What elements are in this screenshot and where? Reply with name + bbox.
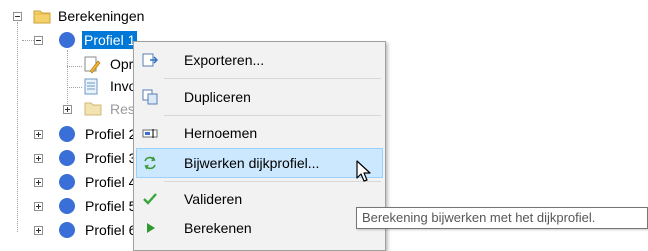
expand-toggle[interactable] xyxy=(34,202,43,211)
results-folder-icon xyxy=(84,102,102,116)
tree-node-label[interactable]: Profiel 2 xyxy=(85,125,136,143)
menu-separator xyxy=(164,181,381,182)
menu-item-label: Valideren xyxy=(184,191,243,207)
expand-toggle[interactable] xyxy=(34,130,43,139)
menu-item-export[interactable]: Exporteren... xyxy=(136,45,383,75)
collapse-profiel-1-toggle[interactable] xyxy=(34,36,43,45)
duplicate-icon xyxy=(142,89,158,105)
context-menu: Exporteren... Dupliceren Hernoemen Bijwe… xyxy=(133,41,386,251)
menu-item-label: Hernoemen xyxy=(184,125,258,141)
tree-connector xyxy=(22,40,34,41)
tree-connector xyxy=(67,50,68,110)
profile-node-icon xyxy=(59,32,75,48)
validate-check-icon xyxy=(143,193,157,205)
tree-node-label[interactable]: Profiel 6 xyxy=(85,221,136,239)
menu-item-label: Bijwerken dijkprofiel... xyxy=(184,155,320,171)
tree-child-label[interactable]: Opr xyxy=(110,55,133,73)
profile-node-icon xyxy=(59,198,75,214)
menu-item-update-dike-profile[interactable]: Bijwerken dijkprofiel... xyxy=(136,148,383,178)
expand-toggle[interactable] xyxy=(34,226,43,235)
collapse-root-toggle[interactable] xyxy=(13,12,22,21)
expand-toggle[interactable] xyxy=(34,178,43,187)
input-document-icon xyxy=(84,78,98,95)
folder-icon xyxy=(33,10,51,24)
tree-connector xyxy=(67,66,82,67)
menu-item-label: Berekenen xyxy=(184,220,252,236)
tree-node-label[interactable]: Profiel 3 xyxy=(85,149,136,167)
tree-connector xyxy=(17,22,18,232)
menu-item-label: Dupliceren xyxy=(184,89,251,105)
profile-node-icon xyxy=(59,126,75,142)
rename-icon xyxy=(142,129,158,138)
menu-separator xyxy=(164,115,381,116)
menu-item-rename[interactable]: Hernoemen xyxy=(136,118,383,148)
tree-node-label[interactable]: Profiel 4 xyxy=(85,173,136,191)
tree-node-label[interactable]: Profiel 5 xyxy=(85,197,136,215)
run-play-icon xyxy=(147,223,155,233)
tree-node-selected[interactable]: Profiel 1 xyxy=(82,31,138,49)
export-icon xyxy=(142,53,158,67)
edit-document-icon xyxy=(84,56,101,74)
tree-connector xyxy=(67,87,82,88)
mouse-cursor-icon xyxy=(356,160,371,182)
profile-node-icon xyxy=(59,174,75,190)
tree-root-label[interactable]: Berekeningen xyxy=(58,7,144,25)
tooltip: Berekening bijwerken met het dijkprofiel… xyxy=(356,207,648,229)
menu-separator xyxy=(164,78,381,79)
update-icon xyxy=(144,156,156,170)
menu-item-calculate[interactable]: Berekenen xyxy=(136,213,383,243)
menu-item-duplicate[interactable]: Dupliceren xyxy=(136,82,383,112)
menu-item-validate[interactable]: Valideren xyxy=(136,184,383,214)
menu-item-label: Exporteren... xyxy=(184,52,265,68)
profile-node-icon xyxy=(59,222,75,238)
profile-node-icon xyxy=(59,150,75,166)
expand-toggle[interactable] xyxy=(34,154,43,163)
expand-toggle[interactable] xyxy=(63,105,72,114)
